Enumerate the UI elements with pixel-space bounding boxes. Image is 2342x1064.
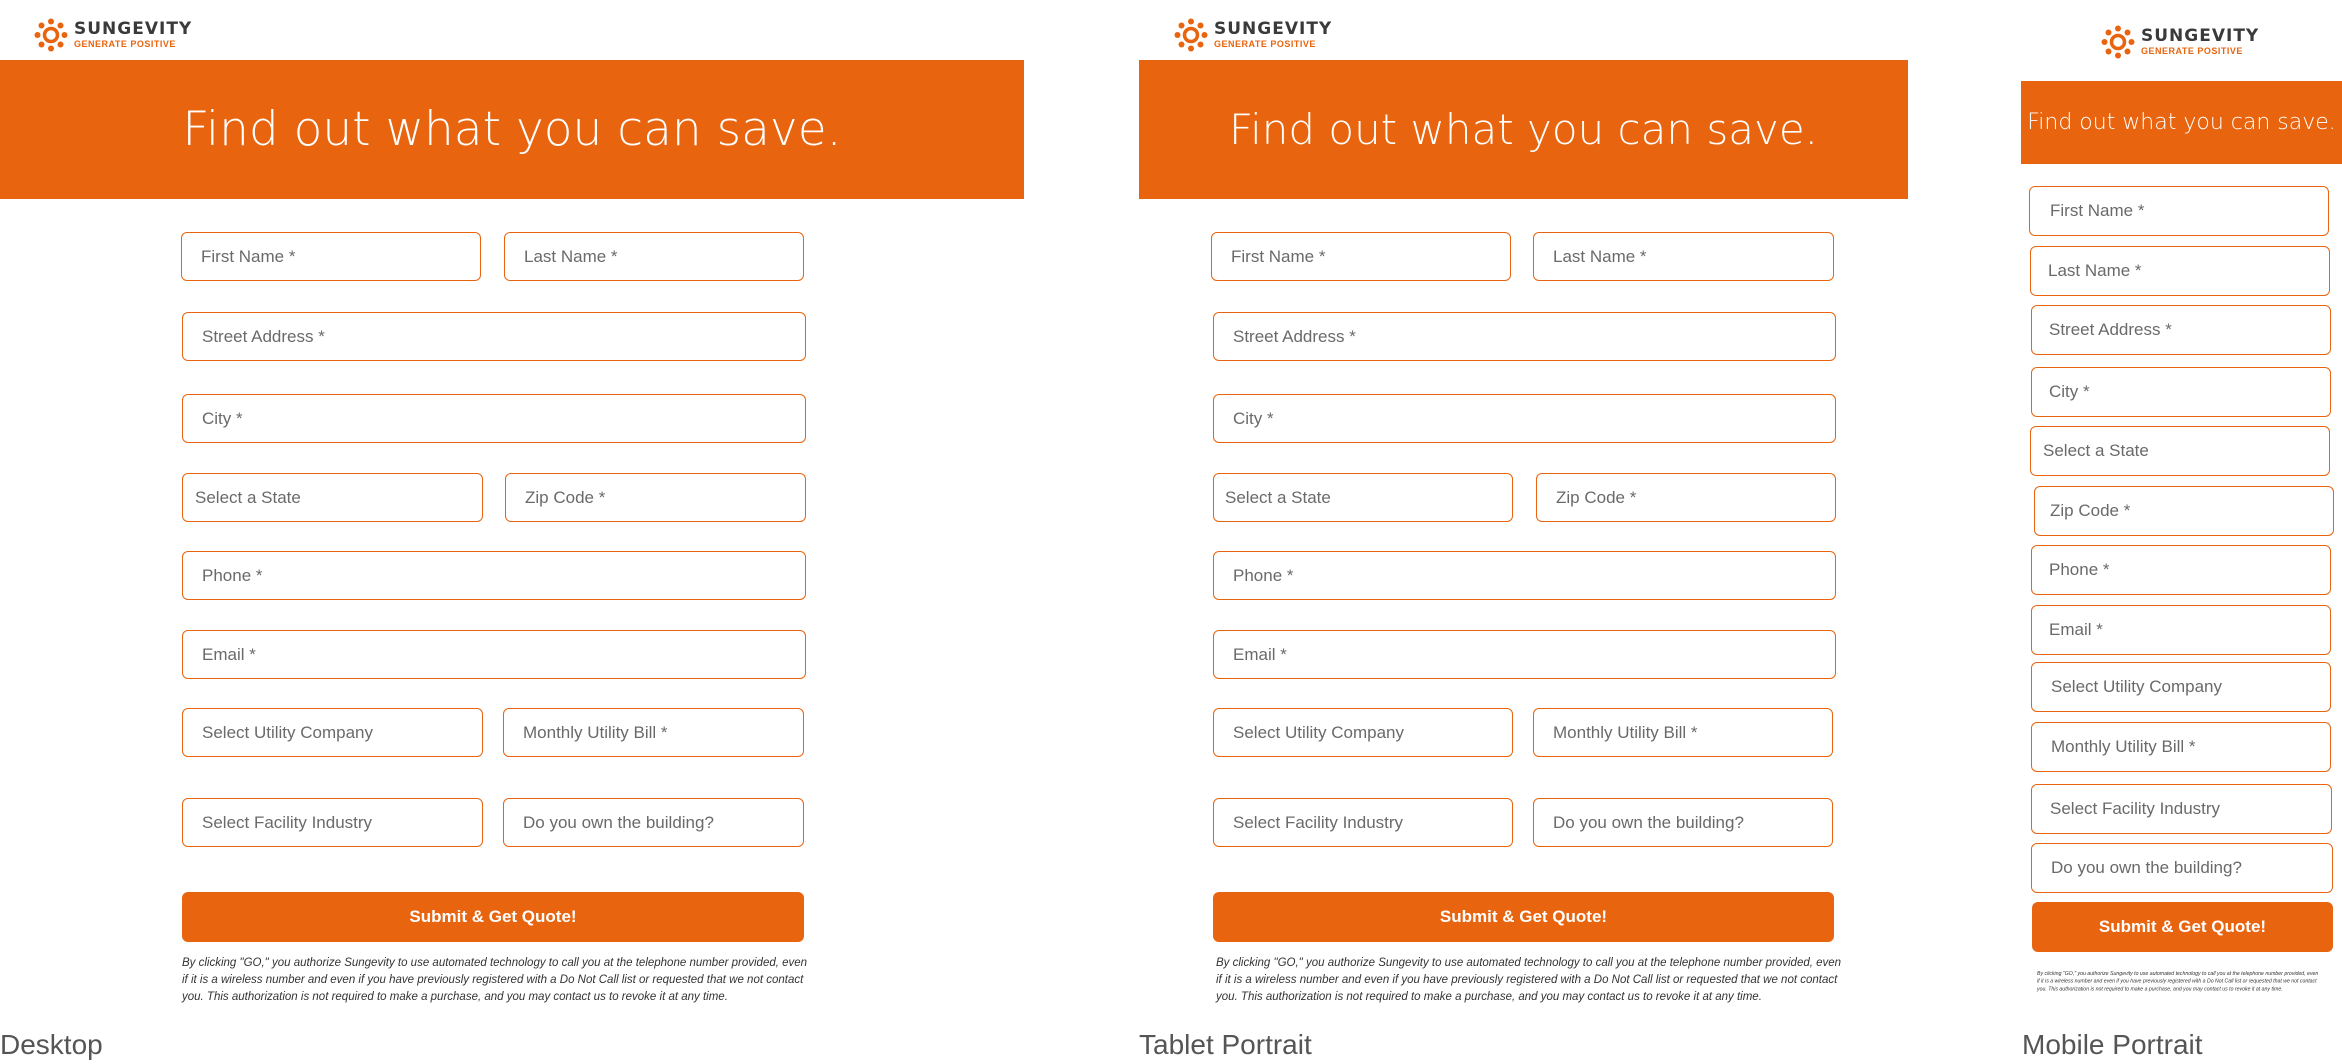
brand-name: SUNGEVITY [74, 19, 193, 39]
brand-name: SUNGEVITY [1214, 19, 1333, 39]
submit-button[interactable]: Submit & Get Quote! [1213, 892, 1834, 942]
state-select[interactable]: Select a State [2030, 426, 2330, 476]
headline: Find out what you can save. [182, 102, 842, 157]
city-field[interactable]: City * [1213, 394, 1836, 443]
last-name-field[interactable]: Last Name * [2030, 246, 2330, 296]
email-field[interactable]: Email * [2031, 605, 2331, 655]
phone-field[interactable]: Phone * [182, 551, 806, 600]
facility-industry-select[interactable]: Select Facility Industry [2031, 784, 2332, 834]
brand-tagline: GENERATE POSITIVE [1214, 39, 1316, 49]
facility-industry-select[interactable]: Select Facility Industry [1213, 798, 1513, 847]
disclaimer-text: By clicking "GO," you authorize Sungevit… [182, 957, 808, 1003]
utility-company-select[interactable]: Select Utility Company [2031, 662, 2331, 712]
headline-banner: Find out what you can save. [0, 60, 1024, 199]
brand-tagline: GENERATE POSITIVE [74, 39, 176, 49]
zip-code-field[interactable]: Zip Code * [1536, 473, 1836, 522]
submit-button[interactable]: Submit & Get Quote! [2032, 902, 2333, 952]
own-building-select[interactable]: Do you own the building? [1533, 798, 1833, 847]
sun-icon [34, 18, 68, 52]
street-address-field[interactable]: Street Address * [2031, 305, 2331, 355]
first-name-field[interactable]: First Name * [2029, 186, 2329, 236]
first-name-field[interactable]: First Name * [181, 232, 481, 281]
monthly-bill-field[interactable]: Monthly Utility Bill * [2031, 722, 2331, 772]
headline: Find out what you can save. [1228, 105, 1819, 154]
brand-tagline: GENERATE POSITIVE [2141, 46, 2243, 56]
own-building-select[interactable]: Do you own the building? [503, 798, 804, 847]
headline: Find out what you can save. [2027, 110, 2336, 135]
caption-desktop: Desktop [0, 1029, 103, 1060]
last-name-field[interactable]: Last Name * [504, 232, 804, 281]
phone-field[interactable]: Phone * [1213, 551, 1836, 600]
email-field[interactable]: Email * [1213, 630, 1836, 679]
street-address-field[interactable]: Street Address * [1213, 312, 1836, 361]
brand-logo[interactable]: SUNGEVITY GENERATE POSITIVE [1174, 18, 1332, 52]
caption-tablet: Tablet Portrait [1139, 1029, 1312, 1060]
city-field[interactable]: City * [182, 394, 806, 443]
zip-code-field[interactable]: Zip Code * [505, 473, 806, 522]
sun-icon [1174, 18, 1208, 52]
facility-industry-select[interactable]: Select Facility Industry [182, 798, 483, 847]
sun-icon [2101, 25, 2135, 59]
monthly-bill-field[interactable]: Monthly Utility Bill * [503, 708, 804, 757]
own-building-select[interactable]: Do you own the building? [2031, 843, 2333, 893]
headline-banner: Find out what you can save. [1139, 60, 1908, 199]
street-address-field[interactable]: Street Address * [182, 312, 806, 361]
monthly-bill-field[interactable]: Monthly Utility Bill * [1533, 708, 1833, 757]
headline-banner: Find out what you can save. [2021, 81, 2342, 164]
zip-code-field[interactable]: Zip Code * [2034, 486, 2334, 536]
state-select[interactable]: Select a State [182, 473, 483, 522]
city-field[interactable]: City * [2031, 367, 2331, 417]
brand-name: SUNGEVITY [2141, 26, 2260, 46]
utility-company-select[interactable]: Select Utility Company [1213, 708, 1513, 757]
first-name-field[interactable]: First Name * [1211, 232, 1511, 281]
disclaimer-text: By clicking "GO," you authorize Sungevit… [2037, 970, 2319, 992]
submit-button[interactable]: Submit & Get Quote! [182, 892, 804, 942]
brand-logo[interactable]: SUNGEVITY GENERATE POSITIVE [2101, 25, 2259, 59]
state-select[interactable]: Select a State [1213, 473, 1513, 522]
brand-logo[interactable]: SUNGEVITY GENERATE POSITIVE [34, 18, 192, 52]
utility-company-select[interactable]: Select Utility Company [182, 708, 483, 757]
disclaimer-text: By clicking "GO," you authorize Sungevit… [1216, 957, 1842, 1003]
email-field[interactable]: Email * [182, 630, 806, 679]
phone-field[interactable]: Phone * [2031, 545, 2331, 595]
last-name-field[interactable]: Last Name * [1533, 232, 1834, 281]
caption-mobile: Mobile Portrait [2022, 1029, 2203, 1060]
